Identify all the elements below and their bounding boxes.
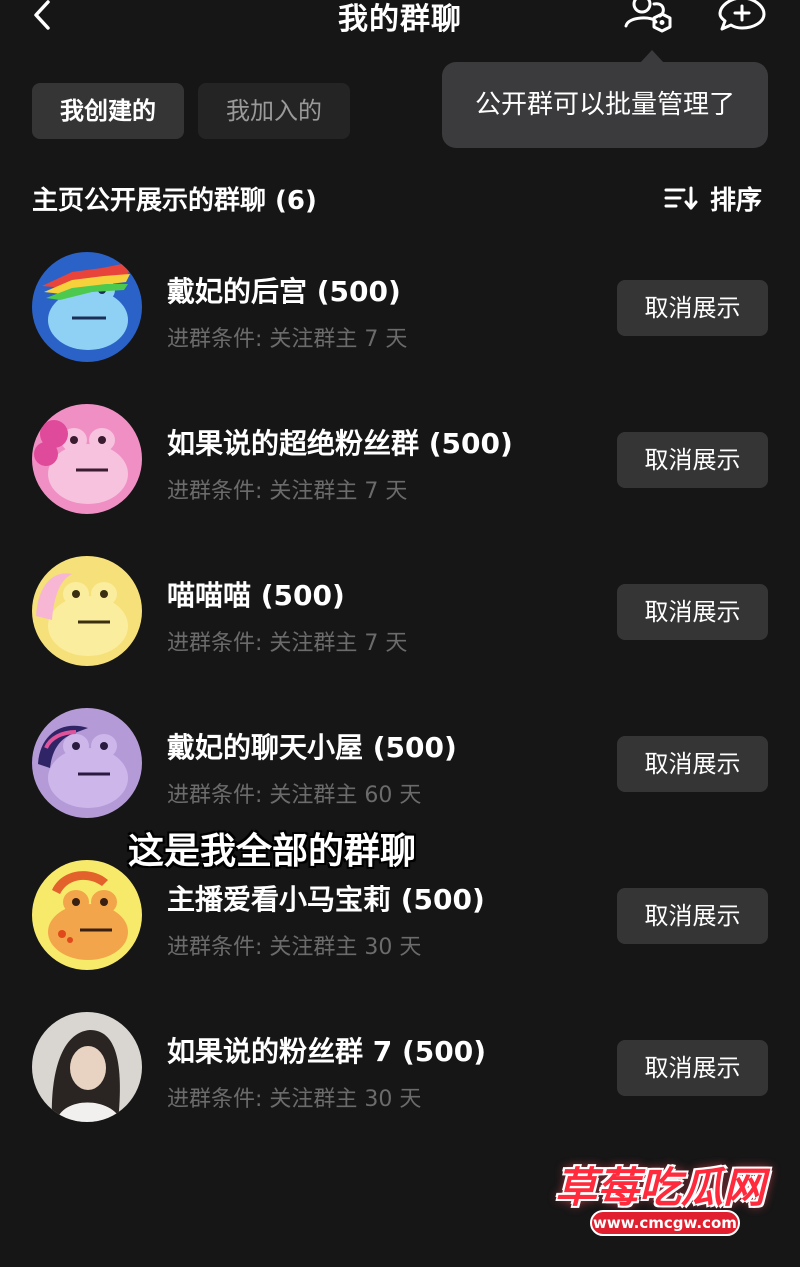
group-avatar	[32, 708, 142, 818]
group-manage-button[interactable]	[620, 0, 680, 36]
group-name: 喵喵喵 (500)	[167, 579, 345, 612]
tab-created[interactable]: 我创建的	[32, 83, 184, 139]
sort-icon	[664, 186, 698, 210]
new-chat-icon	[718, 0, 766, 31]
cancel-display-button[interactable]: 取消展示	[617, 736, 768, 792]
cancel-display-button[interactable]: 取消展示	[617, 1040, 768, 1096]
group-avatar	[32, 1012, 142, 1122]
group-avatar	[32, 556, 142, 666]
page-title: 我的群聊	[338, 2, 462, 37]
cancel-display-button[interactable]: 取消展示	[617, 432, 768, 488]
group-row[interactable]: 如果说的粉丝群 7 (500) 进群条件: 关注群主 30 天 取消展示	[0, 1010, 800, 1162]
group-avatar	[32, 860, 142, 970]
cancel-display-button[interactable]: 取消展示	[617, 584, 768, 640]
sort-button[interactable]: 排序	[664, 180, 762, 216]
group-row[interactable]: 如果说的超绝粉丝群 (500) 进群条件: 关注群主 7 天 取消展示	[0, 402, 800, 554]
group-join-condition: 进群条件: 关注群主 30 天	[167, 1087, 422, 1112]
group-join-condition: 进群条件: 关注群主 7 天	[167, 479, 408, 504]
watermark-url: www.cmcgw.com	[590, 1210, 740, 1236]
batch-manage-tooltip: 公开群可以批量管理了	[442, 62, 768, 148]
tab-joined[interactable]: 我加入的	[198, 83, 350, 139]
group-join-condition: 进群条件: 关注群主 30 天	[167, 935, 422, 960]
watermark: 草莓吃瓜网 www.cmcgw.com	[550, 1150, 770, 1250]
group-settings-icon	[624, 0, 672, 33]
group-name: 主播爱看小马宝莉 (500)	[167, 883, 485, 916]
group-name: 戴妃的后宫 (500)	[167, 275, 401, 308]
group-row[interactable]: 喵喵喵 (500) 进群条件: 关注群主 7 天 取消展示	[0, 554, 800, 706]
blue-frog-avatar-icon	[32, 252, 142, 362]
group-name: 如果说的超绝粉丝群 (500)	[167, 427, 513, 460]
group-avatar	[32, 252, 142, 362]
cancel-display-button[interactable]: 取消展示	[617, 280, 768, 336]
yellow-frog-avatar-icon	[32, 556, 142, 666]
section-title: 主页公开展示的群聊 (6)	[32, 186, 317, 216]
photo-avatar-icon	[32, 1012, 142, 1122]
pink-frog-avatar-icon	[32, 404, 142, 514]
sort-label: 排序	[710, 185, 763, 216]
overlay-caption: 这是我全部的群聊	[128, 831, 417, 872]
my-group-chats-screen: 我的群聊 我创建的 我加入的 公开群可以批量管理了 主页公开展示的群聊 (6)	[0, 0, 800, 1267]
group-avatar	[32, 404, 142, 514]
group-name: 如果说的粉丝群 7 (500)	[167, 1035, 487, 1068]
group-join-condition: 进群条件: 关注群主 60 天	[167, 783, 422, 808]
group-list: 戴妃的后宫 (500) 进群条件: 关注群主 7 天 取消展示 如果说的超绝粉丝	[0, 250, 800, 1162]
orange-frog-avatar-icon	[32, 860, 142, 970]
group-name: 戴妃的聊天小屋 (500)	[167, 731, 457, 764]
purple-frog-avatar-icon	[32, 708, 142, 818]
new-chat-button[interactable]	[714, 0, 770, 34]
group-join-condition: 进群条件: 关注群主 7 天	[167, 327, 408, 352]
group-row[interactable]: 戴妃的后宫 (500) 进群条件: 关注群主 7 天 取消展示	[0, 250, 800, 402]
watermark-title: 草莓吃瓜网	[554, 1163, 765, 1212]
cancel-display-button[interactable]: 取消展示	[617, 888, 768, 944]
group-row[interactable]: 主播爱看小马宝莉 (500) 进群条件: 关注群主 30 天 取消展示	[0, 858, 800, 1010]
group-join-condition: 进群条件: 关注群主 7 天	[167, 631, 408, 656]
